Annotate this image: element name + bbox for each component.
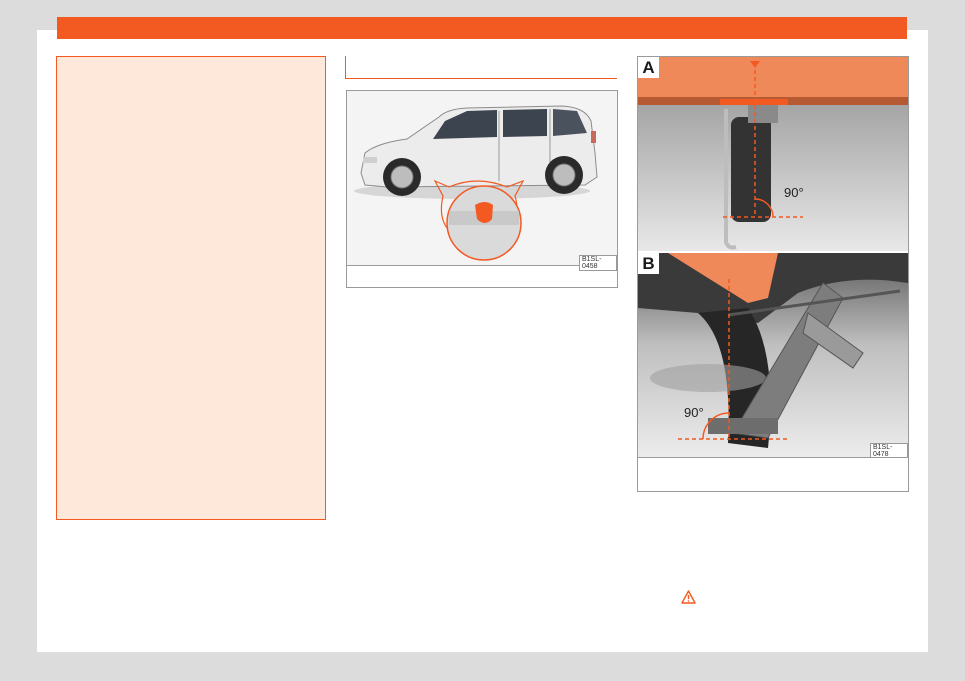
header-bar (57, 17, 907, 39)
car-side-view-image (347, 91, 617, 265)
figure-code: B1SL-0458 (579, 255, 617, 271)
section-heading-rule (345, 56, 617, 79)
warning-triangle-icon (681, 590, 696, 604)
car-jacking-point-figure: B1SL-0458 (346, 90, 618, 288)
warning-box (56, 56, 326, 520)
panel-label-a: A (638, 57, 659, 78)
jack-position-figure: A 90° B 90° B1SL-0478 (637, 56, 909, 492)
angle-label-a: 90° (784, 185, 804, 200)
car-illustration: B1SL-0458 (347, 91, 617, 271)
panel-label-b: B (638, 253, 659, 274)
jack-panel-a: A 90° (638, 57, 908, 253)
jack-front-view-image (638, 57, 908, 251)
jack-panel-b: B 90° B1SL-0478 (638, 253, 908, 458)
figure-code: B1SL-0478 (870, 443, 908, 457)
angle-label-b: 90° (684, 405, 704, 420)
jack-side-view-image (638, 253, 908, 457)
